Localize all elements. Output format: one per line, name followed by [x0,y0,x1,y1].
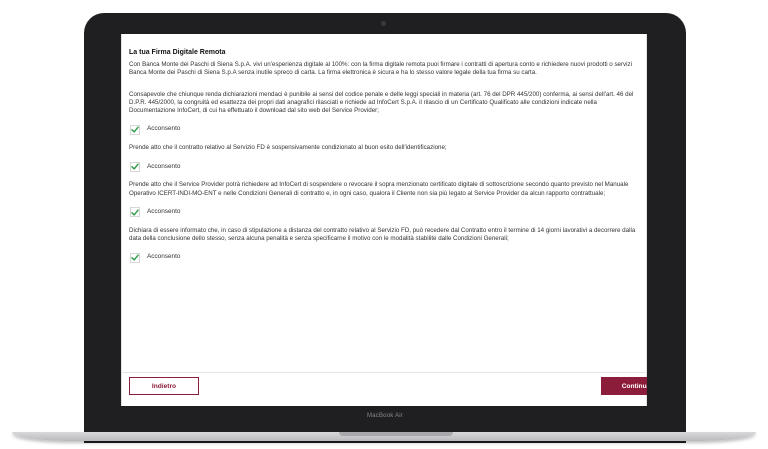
consent-label-3: Acconsento [147,208,181,215]
consent-checkbox-4[interactable] [130,252,140,263]
form-footer: Indietro Continua [122,372,647,406]
consent-checkbox-1[interactable] [130,124,140,135]
checkmark-icon [131,163,139,170]
screen: La tua Firma Digitale Remota Con Banca M… [121,34,647,406]
consent-panel: La tua Firma Digitale Remota Con Banca M… [121,34,647,406]
consent-row-4[interactable]: Acconsento [130,252,639,263]
laptop-notch [339,432,453,436]
consent-text-4: Dichiara di essere informato che, in cas… [129,226,636,242]
section-intro: Con Banca Monte dei Paschi di Siena S.p.… [129,61,632,77]
consent-label-1: Acconsento [147,125,181,133]
consent-content: La tua Firma Digitale Remota Con Banca M… [122,34,646,263]
checkmark-icon [131,209,139,216]
camera-icon [381,21,386,26]
consent-text-3: Prende atto che il Service Provider potr… [129,181,629,197]
consent-checkbox-2[interactable] [130,161,140,172]
consent-text-2: Prende atto che il contratto relativo al… [129,144,447,152]
consent-row-1[interactable]: Acconsento [130,124,639,135]
device-label: MacBook Air [367,413,403,419]
section-title: La tua Firma Digitale Remota [129,49,226,56]
checkmark-icon [131,126,139,133]
checkmark-icon [131,254,139,261]
consent-label-4: Acconsento [147,253,181,261]
consent-label-2: Acconsento [147,162,181,170]
continue-button[interactable]: Continua [601,377,647,395]
consent-checkbox-3[interactable] [130,207,140,218]
laptop-base [12,432,756,441]
consent-row-3[interactable]: Acconsento [130,207,639,218]
back-button[interactable]: Indietro [129,377,199,395]
laptop-chin: MacBook Air [84,408,686,433]
consent-text-1: Consapevole che chiunque renda dichiaraz… [129,90,634,114]
consent-row-2[interactable]: Acconsento [130,161,639,172]
